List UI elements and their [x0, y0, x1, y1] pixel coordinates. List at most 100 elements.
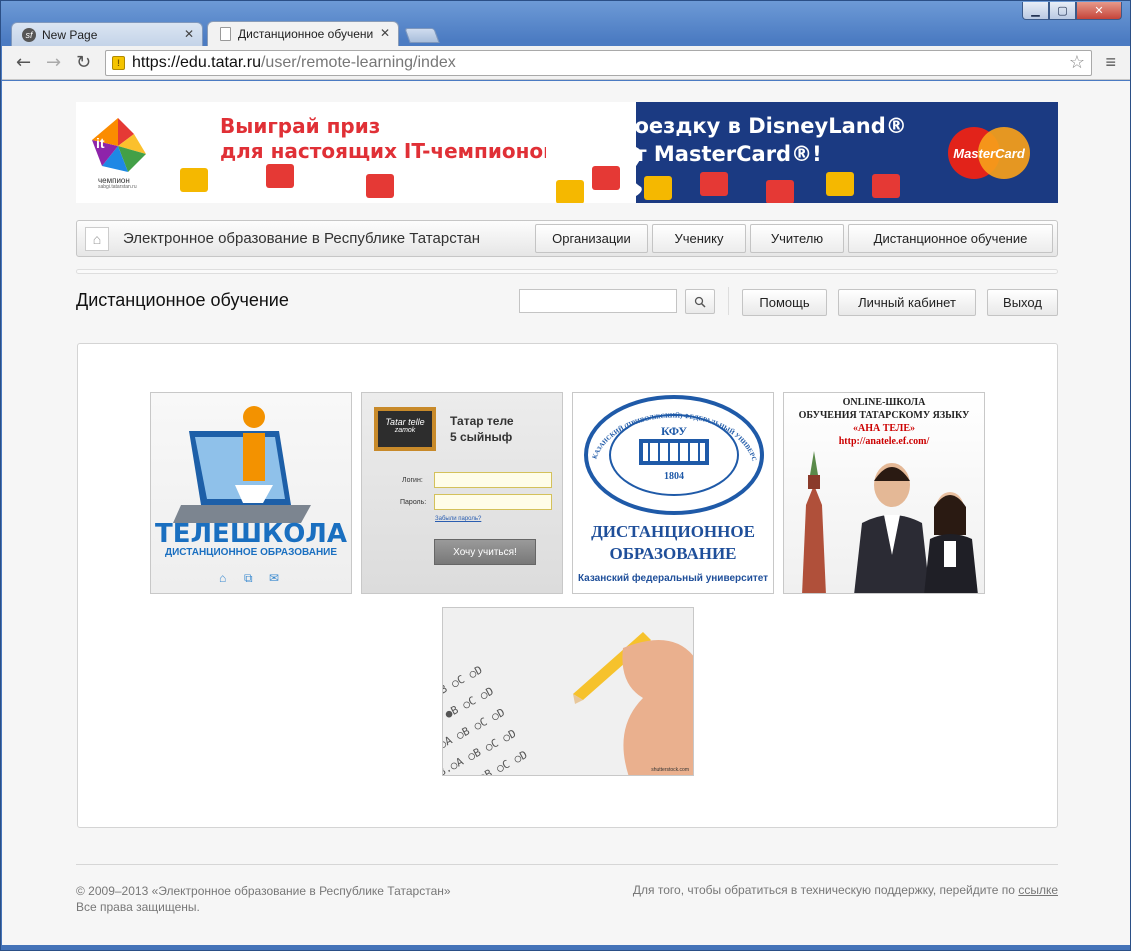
tatar-title-line2: 5 сыйныф [450, 430, 513, 444]
page-viewport: it чемпион sabgi.tatarstan.ru Выиграй пр… [2, 81, 1130, 945]
password-label: Пароль: [400, 499, 427, 506]
personal-cabinet-button[interactable]: Личный кабинет [838, 289, 976, 316]
board-text: Tatar telle [385, 417, 425, 427]
new-tab-button[interactable] [404, 28, 440, 43]
footer-support: Для того, чтобы обратиться в техническую… [633, 883, 1058, 897]
reload-icon[interactable]: ↻ [76, 52, 91, 73]
bookmark-star-icon[interactable]: ☆ [1069, 52, 1085, 73]
login-field[interactable] [434, 472, 552, 488]
forward-icon[interactable]: → [46, 52, 61, 73]
nav-teacher[interactable]: Учителю [750, 224, 844, 253]
lock-warning-icon[interactable]: ! [112, 56, 125, 70]
chalkboard-icon: Tatar telle zamok [374, 407, 436, 451]
banner-left-line2: для настоящих IT-чемпионов [220, 139, 556, 163]
document-icon [220, 27, 231, 41]
banner-right-text: поездку в DisneyLand® от MasterCard®! [620, 112, 907, 168]
kfu-abbr: КФУ [661, 424, 687, 438]
address-bar[interactable]: ! https://edu.tatar.ru/user/remote-learn… [105, 50, 1092, 76]
nav-links: Организации Ученику Учителю Дистанционно… [531, 224, 1053, 253]
promo-banner[interactable]: it чемпион sabgi.tatarstan.ru Выиграй пр… [76, 102, 1058, 203]
search-icon [694, 296, 706, 308]
menu-icon[interactable]: ≡ [1105, 52, 1116, 73]
pencil-hand-icon [573, 632, 693, 775]
password-field[interactable] [434, 494, 552, 510]
gift-icon [180, 168, 208, 192]
main-navbar: ⌂ Электронное образование в Республике Т… [76, 220, 1058, 257]
close-tab-icon[interactable]: ✕ [184, 27, 194, 41]
browser-window: ▁ ▢ ✕ sf New Page ✕ Дистанционное обучен… [0, 0, 1131, 951]
back-icon[interactable]: ← [16, 52, 31, 73]
footer-copyright: © 2009–2013 «Электронное образование в Р… [76, 883, 451, 915]
banner-right-line2: от MasterCard®! [620, 142, 822, 166]
tatar-language-tile: Tatar telle zamok Татар теле 5 сыйныф Ло… [361, 392, 563, 594]
home-icon[interactable]: ⌂ [85, 227, 109, 251]
anatele-tile[interactable]: ONLINE-ШКОЛА ОБУЧЕНИЯ ТАТАРСКОМУ ЯЗЫКУ «… [783, 392, 985, 594]
login-label: Логин: [402, 477, 423, 484]
forgot-password-link[interactable]: Забыли пароль? [435, 516, 481, 522]
symfony-icon: sf [22, 28, 36, 42]
search-button[interactable] [685, 289, 715, 314]
gift-icon [826, 172, 854, 196]
gift-icon [766, 180, 794, 203]
nav-remote-learning[interactable]: Дистанционное обучение [848, 224, 1053, 253]
mastercard-text: MasterCard [953, 146, 1026, 161]
home-small-icon[interactable]: ⌂ [219, 571, 226, 585]
support-text: Для того, чтобы обратиться в техническую… [632, 883, 1019, 897]
sitemap-icon[interactable]: ⧉ [244, 571, 253, 586]
close-window-button[interactable]: ✕ [1076, 2, 1122, 20]
anatele-line2: ОБУЧЕНИЯ ТАТАРСКОМУ ЯЗЫКУ [798, 410, 970, 421]
gift-icon [266, 164, 294, 188]
gift-icon [872, 174, 900, 198]
banner-left-text: Выиграй приз для настоящих IT-чемпионов [220, 114, 556, 164]
nav-organizations[interactable]: Организации [535, 224, 648, 253]
tab-strip: sf New Page ✕ Дистанционное обучени ✕ [11, 21, 440, 46]
testing-tile[interactable]: 15.●A ○B ○C ○D 16.○A ●B ○C ○D 17.○A ○B ○… [442, 607, 694, 776]
help-button[interactable]: Помощь [742, 289, 827, 316]
tatar-title-line1: Татар теле [450, 414, 514, 428]
anatele-line3: «АНА ТЕЛЕ» [852, 423, 916, 434]
copyright-text: © 2009–2013 «Электронное образование в Р… [76, 884, 451, 898]
site-title[interactable]: Электронное образование в Республике Тат… [123, 230, 480, 247]
tab-new-page[interactable]: sf New Page ✕ [11, 22, 203, 46]
gift-icon [644, 176, 672, 200]
mail-icon[interactable]: ✉ [269, 571, 279, 585]
support-link[interactable]: ссылке [1018, 883, 1058, 897]
minimize-button[interactable]: ▁ [1022, 2, 1049, 20]
divider [76, 269, 1058, 274]
tatar-title: Татар теле 5 сыйныф [450, 413, 514, 445]
content-panel: ТЕЛЕШКОЛА ДИСТАНЦИОННОЕ ОБРАЗОВАНИЕ ⌂ ⧉ … [77, 343, 1058, 828]
kfu-emblem-icon: КФУ 1804 КАЗАНСКИЙ (ПРИВОЛЖСКИЙ) ФЕДЕРАЛ… [573, 393, 764, 515]
kfu-tile[interactable]: КФУ 1804 КАЗАНСКИЙ (ПРИВОЛЖСКИЙ) ФЕДЕРАЛ… [572, 392, 774, 594]
logo-url: sabgi.tatarstan.ru [98, 184, 137, 190]
search-input[interactable] [519, 289, 677, 313]
url-path: /user/remote-learning/index [260, 54, 456, 71]
gift-icon [366, 174, 394, 198]
separator [728, 287, 729, 315]
board-text-2: zamok [394, 427, 416, 434]
close-tab-icon[interactable]: ✕ [380, 26, 390, 40]
teleschool-title: ТЕЛЕШКОЛА [154, 519, 348, 549]
gift-icon [700, 172, 728, 196]
footer-divider [76, 864, 1058, 865]
maximize-button[interactable]: ▢ [1049, 2, 1076, 20]
anatele-text: ONLINE-ШКОЛА ОБУЧЕНИЯ ТАТАРСКОМУ ЯЗЫКУ «… [784, 396, 984, 448]
anatele-line1: ONLINE-ШКОЛА [842, 397, 926, 408]
kfu-title-line2: ОБРАЗОВАНИЕ [609, 544, 737, 563]
nav-student[interactable]: Ученику [652, 224, 746, 253]
browser-toolbar: ← → ↻ ! https://edu.tatar.ru/user/remote… [2, 46, 1130, 80]
teleschool-subtitle: ДИСТАНЦИОННОЕ ОБРАЗОВАНИЕ [164, 547, 338, 558]
gift-icon [556, 180, 584, 203]
page-title: Дистанционное обучение [76, 290, 289, 310]
mastercard-logo-icon: MasterCard [948, 127, 1030, 179]
url-host: https://edu.tatar.ru [132, 54, 261, 71]
window-controls: ▁ ▢ ✕ [1022, 2, 1122, 20]
logout-button[interactable]: Выход [987, 289, 1058, 316]
kfu-year: 1804 [664, 471, 684, 482]
rights-text: Все права защищены. [76, 900, 200, 914]
gift-icon [592, 166, 620, 190]
want-to-learn-button[interactable]: Хочу учиться! [434, 539, 536, 565]
teleschool-tile[interactable]: ТЕЛЕШКОЛА ДИСТАНЦИОННОЕ ОБРАЗОВАНИЕ ⌂ ⧉ … [150, 392, 352, 594]
svg-text:it: it [96, 135, 105, 151]
kfu-title-line1: ДИСТАНЦИОННОЕ [591, 522, 755, 541]
tab-remote-learning[interactable]: Дистанционное обучени ✕ [207, 21, 399, 46]
